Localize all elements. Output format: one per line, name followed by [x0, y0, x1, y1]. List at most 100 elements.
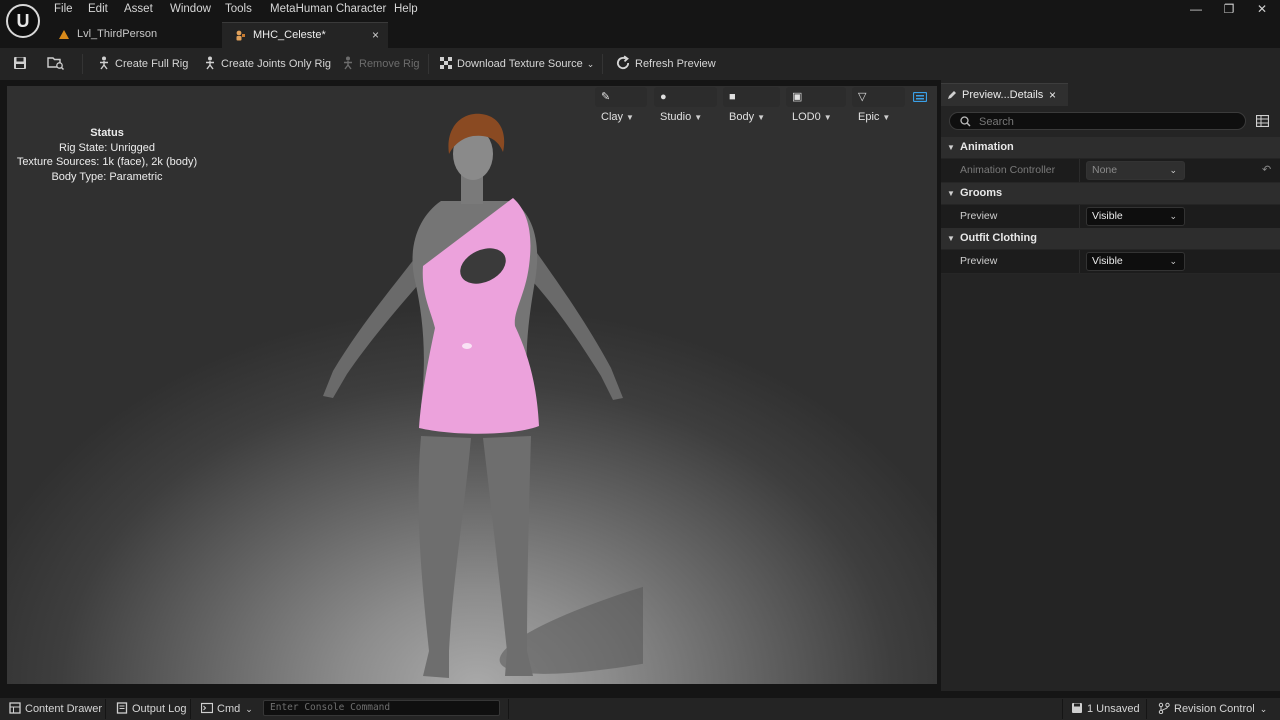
quality-icon: ▽: [858, 91, 867, 103]
save-icon[interactable]: [13, 56, 27, 70]
grooms-preview-select[interactable]: Visible ⌄: [1086, 207, 1185, 226]
menu-edit[interactable]: Edit: [88, 3, 108, 17]
preview-body-label: Body: [729, 111, 755, 123]
content-drawer-label: Content Drawer: [25, 703, 103, 715]
asset-toolbar: Create Full Rig Create Joints Only Rig R…: [0, 48, 1280, 80]
chevron-down-icon: ⌄: [1259, 704, 1268, 714]
property-label: Preview: [960, 210, 998, 222]
cmd-dropdown[interactable]: Cmd ⌄: [201, 701, 253, 717]
revision-control-button[interactable]: Revision Control ⌄: [1158, 701, 1267, 717]
column-divider: [1079, 250, 1080, 273]
tab-mhc-celeste[interactable]: MHC_Celeste* ×: [222, 22, 388, 49]
body-type-text: Body Type: Parametric: [51, 170, 163, 183]
tab-lvl-thirdperson[interactable]: Lvl_ThirdPerson: [46, 22, 222, 48]
tab-label: Preview...Details: [962, 89, 1044, 101]
right-leg: [483, 436, 533, 676]
menu-window[interactable]: Window: [170, 3, 211, 17]
console-command-input[interactable]: Enter Console Command: [263, 700, 500, 716]
level-icon: [59, 30, 69, 39]
menu-asset[interactable]: Asset: [124, 3, 153, 17]
preview-body-button[interactable]: ■ Body ▼: [723, 87, 780, 123]
search-icon: [960, 116, 971, 127]
preview-details-panel: Preview...Details × Search ▼ Animation A…: [941, 80, 1280, 691]
output-log-icon: [116, 702, 128, 714]
outfit-preview-select[interactable]: Visible ⌄: [1086, 252, 1185, 271]
lod-button[interactable]: ▣ LOD0 ▼: [786, 87, 846, 123]
status-title: Status: [90, 127, 124, 139]
terminal-icon: [201, 702, 213, 714]
tab-close-icon[interactable]: ×: [1049, 84, 1056, 106]
content-drawer-button[interactable]: Content Drawer: [9, 701, 102, 717]
download-texture-source-label: Download Texture Source: [457, 58, 583, 70]
search-placeholder: Search: [979, 116, 1014, 128]
tab-close-icon[interactable]: ×: [372, 28, 379, 42]
create-full-rig-label: Create Full Rig: [115, 58, 189, 70]
chevron-down-icon: ▼: [947, 189, 955, 198]
texture-sources-text: Texture Sources: 1k (face), 2k (body): [16, 156, 198, 168]
chevron-down-icon: ▼: [823, 113, 832, 122]
cube-icon: ▣: [792, 91, 803, 103]
menu-file[interactable]: File: [54, 3, 73, 17]
title-bar: U File Edit Asset Window Tools MetaHuman…: [0, 0, 1280, 49]
light-bulb-icon: ●: [660, 91, 667, 103]
remove-rig-button[interactable]: Remove Rig: [341, 55, 420, 73]
revision-control-icon: [1158, 702, 1170, 715]
browse-to-asset-icon[interactable]: [47, 55, 65, 71]
tab-preview-details[interactable]: Preview...Details ×: [941, 83, 1068, 106]
unsaved-button[interactable]: 1 Unsaved: [1071, 701, 1140, 717]
restore-icon[interactable]: ❐: [1220, 2, 1238, 18]
create-full-rig-button[interactable]: Create Full Rig: [97, 55, 188, 73]
property-matrix-icon[interactable]: [1256, 115, 1269, 127]
close-window-icon[interactable]: ✕: [1253, 2, 1271, 18]
outfit-preview-row: Preview Visible ⌄: [941, 250, 1280, 274]
statusbar-divider: [190, 699, 191, 719]
category-animation[interactable]: ▼ Animation: [941, 137, 1280, 158]
tab-label: MHC_Celeste*: [253, 29, 326, 41]
revision-control-label: Revision Control: [1174, 703, 1255, 715]
property-label: Preview: [960, 255, 998, 267]
menu-tools[interactable]: Tools: [225, 3, 252, 17]
details-pencil-icon: [948, 91, 956, 99]
left-leg: [418, 436, 471, 678]
unsaved-assets-icon: [1072, 703, 1082, 714]
category-grooms[interactable]: ▼ Grooms: [941, 183, 1280, 204]
quality-epic-button[interactable]: ▽ Epic ▼: [852, 87, 905, 123]
statusbar-divider: [1146, 699, 1147, 719]
reset-to-default-icon[interactable]: ↶: [1262, 163, 1271, 176]
create-joints-only-rig-label: Create Joints Only Rig: [221, 58, 332, 70]
category-outfit-clothing[interactable]: ▼ Outfit Clothing: [941, 228, 1280, 249]
animation-controller-select[interactable]: None ⌄: [1086, 161, 1185, 180]
dress-highlight: [462, 343, 472, 349]
menu-help[interactable]: Help: [394, 3, 418, 17]
lighting-studio-button[interactable]: ● Studio ▼: [654, 87, 717, 123]
unreal-logo-icon[interactable]: U: [6, 4, 40, 38]
category-label: Animation: [960, 141, 1014, 153]
brush-icon: ✎: [601, 91, 611, 103]
preview-viewport[interactable]: Status Rig State: Unrigged Texture Sourc…: [7, 86, 937, 684]
metahuman-character-preview: [323, 113, 643, 678]
download-texture-source-button[interactable]: Download Texture Source ⌄: [439, 55, 594, 73]
select-value: None: [1092, 164, 1118, 176]
unsaved-label: 1 Unsaved: [1087, 703, 1140, 715]
view-mode-clay-button[interactable]: ✎ Clay ▼: [595, 87, 647, 123]
keyboard-icon[interactable]: [913, 92, 927, 102]
content-drawer-icon: [9, 702, 21, 714]
metahuman-character-icon: [236, 30, 245, 41]
toolbar-divider: [82, 54, 83, 74]
property-label: Animation Controller: [960, 164, 1056, 176]
output-log-button[interactable]: Output Log: [116, 701, 186, 717]
create-joints-only-rig-button[interactable]: Create Joints Only Rig: [203, 55, 331, 73]
cmd-label: Cmd: [217, 703, 241, 715]
menu-metahuman-character[interactable]: MetaHuman Character: [270, 3, 386, 17]
chevron-down-icon: ⌄: [1169, 165, 1177, 175]
output-log-label: Output Log: [132, 703, 187, 715]
details-search-input[interactable]: Search: [949, 112, 1246, 130]
minimize-icon[interactable]: —: [1187, 2, 1205, 18]
grooms-preview-row: Preview Visible ⌄: [941, 205, 1280, 229]
refresh-preview-button[interactable]: Refresh Preview: [615, 55, 716, 73]
select-value: Visible: [1092, 210, 1123, 222]
tab-label: Lvl_ThirdPerson: [77, 28, 158, 40]
body-icon: ■: [729, 91, 736, 103]
rig-icon: [100, 56, 108, 70]
rig-state-text: Rig State: Unrigged: [59, 141, 155, 154]
